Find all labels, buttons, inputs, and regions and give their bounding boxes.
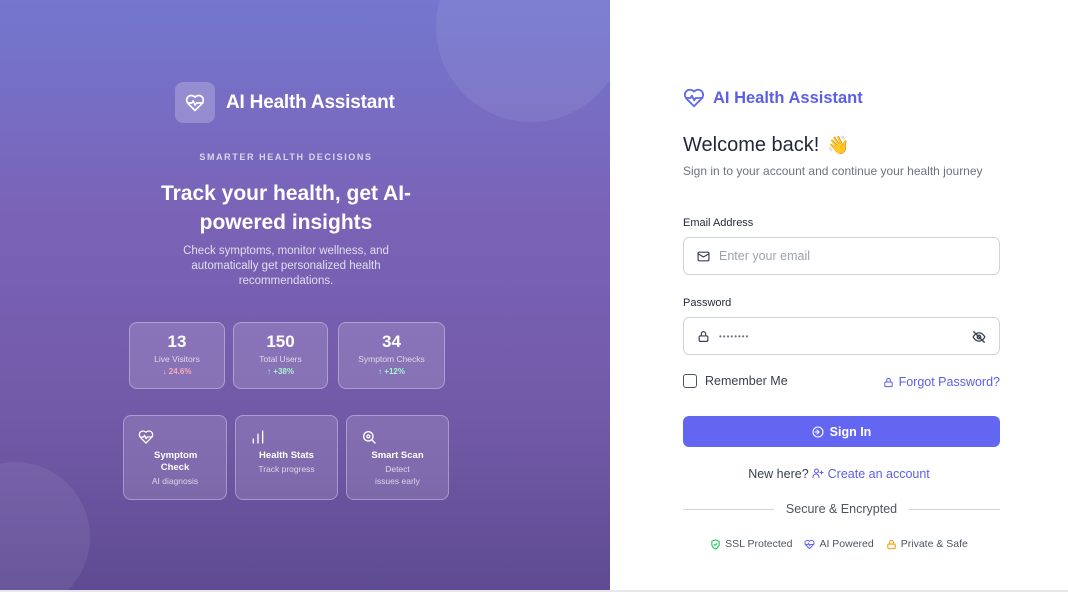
sign-in-label: Sign In: [829, 424, 872, 439]
stat-card-total-users: 150 Total Users ↑ +38%: [233, 322, 328, 389]
heart-pulse-icon: [138, 429, 154, 445]
stat-label: Total Users: [259, 354, 302, 364]
secure-label: Secure & Encrypted: [785, 502, 898, 516]
email-label: Email Address: [683, 217, 754, 229]
stat-card-live-visitors: 13 Live Visitors ↓ 24.6%: [129, 322, 225, 389]
badge-label: AI Powered: [819, 538, 874, 550]
badge-private: Private & Safe: [886, 538, 968, 550]
mail-icon: [697, 250, 710, 263]
heart-pulse-icon: [683, 87, 705, 109]
stat-delta: ↑ +12%: [378, 367, 405, 376]
sign-in-button[interactable]: Sign In: [683, 416, 1000, 447]
feature-title: Symptom Check: [154, 450, 198, 473]
stat-value: 34: [382, 332, 401, 351]
feature-card-symptom-check[interactable]: Symptom Check AI diagnosis: [123, 415, 227, 500]
stat-delta: ↓ 24.6%: [162, 367, 192, 376]
welcome-subtitle: Sign in to your account and continue you…: [683, 164, 983, 178]
password-value: ••••••••: [719, 331, 750, 341]
hero-brand-name: AI Health Assistant: [226, 91, 395, 113]
decorative-circle: [0, 462, 90, 590]
sign-in-icon: [812, 425, 824, 438]
shield-check-icon: [710, 538, 721, 550]
password-label: Password: [683, 297, 732, 309]
user-plus-icon: [812, 467, 824, 482]
hero-brand: AI Health Assistant: [175, 82, 395, 123]
remember-me[interactable]: Remember Me: [683, 374, 788, 388]
feature-title: Smart Scan: [371, 450, 424, 461]
email-placeholder: Enter your email: [719, 249, 811, 263]
stat-delta: ↑ +38%: [267, 367, 294, 376]
password-field[interactable]: ••••••••: [683, 317, 1000, 355]
hero-eyebrow: SMARTER HEALTH DECISIONS: [199, 152, 373, 162]
forgot-password-link[interactable]: Forgot Password?: [883, 375, 1000, 389]
secure-divider: Secure & Encrypted: [683, 502, 1001, 516]
badge-label: Private & Safe: [900, 538, 968, 550]
bar-chart-icon: [250, 429, 266, 445]
eye-off-icon[interactable]: [972, 330, 986, 344]
remember-label: Remember Me: [705, 374, 788, 388]
heart-pulse-icon: [804, 539, 816, 550]
security-badges: SSL Protected AI Powered Private & Safe: [610, 538, 1068, 550]
hero-panel: AI Health Assistant SMARTER HEALTH DECIS…: [0, 0, 610, 590]
form-brand: AI Health Assistant: [683, 87, 863, 109]
forgot-password-label: Forgot Password?: [898, 375, 1000, 389]
remember-checkbox[interactable]: [683, 374, 697, 388]
new-here-text: New here?: [748, 467, 809, 481]
badge-label: SSL Protected: [725, 538, 793, 550]
stat-value: 150: [266, 332, 295, 351]
feature-desc: Track progress: [258, 464, 315, 474]
decorative-circle: [436, 0, 610, 122]
waving-hand-icon: 👋: [827, 135, 850, 155]
welcome-heading: Welcome back! 👋: [683, 134, 850, 157]
welcome-text: Welcome back!: [683, 134, 820, 156]
create-account-link[interactable]: Create an account: [812, 467, 930, 481]
feature-desc: Detect issues early: [375, 464, 420, 486]
form-brand-name: AI Health Assistant: [713, 88, 863, 107]
lock-icon: [883, 377, 894, 388]
lock-icon: [886, 539, 897, 550]
stat-value: 13: [167, 332, 187, 351]
badge-ai: AI Powered: [804, 538, 874, 550]
stat-card-symptom-checks: 34 Symptom Checks ↑ +12%: [338, 322, 445, 389]
lock-icon: [697, 330, 710, 343]
create-account-label: Create an account: [827, 467, 930, 481]
divider-line: [683, 508, 774, 510]
scan-search-icon: [361, 429, 377, 445]
signin-panel: AI Health Assistant Welcome back! 👋 Sign…: [610, 0, 1068, 590]
stat-label: Symptom Checks: [358, 354, 425, 364]
new-here-row: New here? Create an account: [610, 467, 1068, 482]
stat-label: Live Visitors: [154, 354, 200, 364]
badge-ssl: SSL Protected: [710, 538, 792, 550]
feature-card-smart-scan[interactable]: Smart Scan Detect issues early: [346, 415, 449, 500]
feature-card-health-stats[interactable]: Health Stats Track progress: [235, 415, 338, 500]
divider-line: [909, 508, 1001, 510]
email-field[interactable]: Enter your email: [683, 237, 1000, 275]
hero-headline: Track your health, get AI-powered insigh…: [160, 182, 412, 234]
feature-desc: AI diagnosis: [151, 476, 199, 486]
hero-subtext: Check symptoms, monitor wellness, and au…: [183, 245, 389, 287]
heart-pulse-icon: [175, 82, 215, 123]
feature-title: Health Stats: [259, 450, 314, 461]
